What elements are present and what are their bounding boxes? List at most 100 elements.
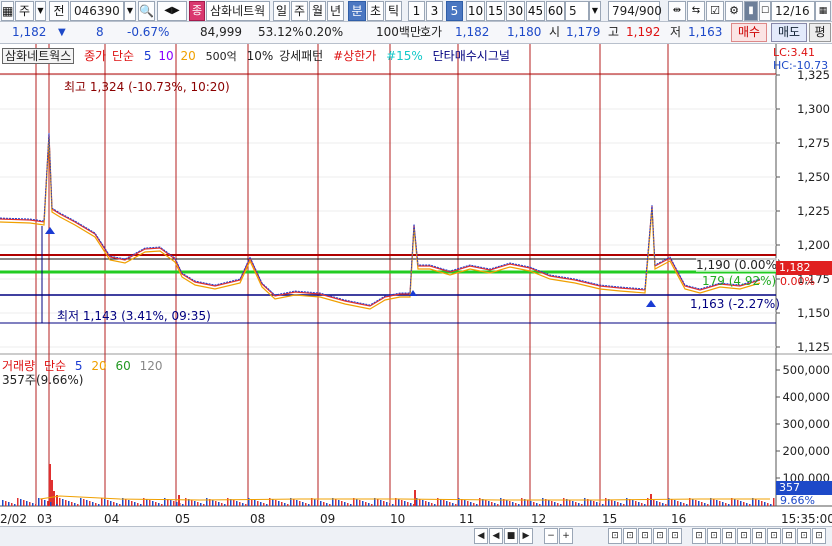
volume-bar [593, 501, 595, 506]
stock-chart[interactable]: 삼화네트웍스 종가 단순 5 10 20 500억 10% 강세패턴 #상한가 … [0, 44, 832, 546]
legend-ma10[interactable]: 10 [158, 49, 173, 63]
volume-bar [770, 504, 772, 506]
volume-bar [755, 499, 757, 506]
minute-button-5[interactable]: 5 [446, 1, 463, 21]
evaluate-button[interactable]: 평 [809, 23, 831, 42]
legend-ma-type[interactable]: 단순 [112, 49, 134, 63]
volume-bar [719, 501, 721, 506]
volume-bar [476, 504, 478, 506]
zoom-in-icon[interactable]: + [559, 528, 573, 544]
volume-bar [281, 502, 283, 506]
nav-first-icon[interactable]: ◀ [474, 528, 488, 544]
tool-icon-12[interactable]: ⊡ [782, 528, 796, 544]
volume-bar [746, 503, 748, 506]
legend-price-label[interactable]: 종가 [84, 49, 106, 63]
tool-icon-6[interactable]: ⊡ [692, 528, 706, 544]
volume-bar [659, 502, 661, 506]
period-type-select[interactable]: 주 [15, 1, 34, 21]
buy-button[interactable]: 매수 [731, 23, 767, 42]
volume-legend-ma60[interactable]: 60 [115, 359, 130, 373]
shrink-icon[interactable]: ⇆ [687, 1, 705, 21]
volume-bar [716, 500, 718, 506]
tool-icon-1[interactable]: ⊡ [608, 528, 622, 544]
chevron-down-icon[interactable]: ▼ [35, 1, 46, 21]
tool-icon-4[interactable]: ⊡ [653, 528, 667, 544]
period-button-tick[interactable]: 틱 [385, 1, 402, 21]
tool-icon-10[interactable]: ⊡ [752, 528, 766, 544]
tool-icon-11[interactable]: ⊡ [767, 528, 781, 544]
period-button-second[interactable]: 초 [367, 1, 384, 21]
volume-bar [218, 502, 220, 506]
legend-indicator-10pct[interactable]: 10% [247, 49, 274, 63]
volume-bar [278, 501, 280, 506]
tool-icon-7[interactable]: ⊡ [707, 528, 721, 544]
nav-prev-icon[interactable]: ◀ [489, 528, 503, 544]
market-select[interactable]: 전 [49, 1, 69, 21]
x-tick-label: 09 [320, 512, 336, 526]
minute-button-45[interactable]: 45 [526, 1, 545, 21]
menu-icon[interactable]: ▦ [1, 1, 14, 21]
volume-bar [287, 504, 289, 506]
volume-bar [335, 499, 337, 506]
code-dropdown-icon[interactable]: ▼ [124, 1, 136, 21]
legend-indicator-strong[interactable]: 강세패턴 [279, 49, 323, 63]
tool-icon-13[interactable]: ⊡ [797, 528, 811, 544]
gear-icon[interactable]: ⚙ [725, 1, 743, 21]
legend-ma20[interactable]: 20 [181, 49, 196, 63]
nav-next-icon[interactable]: ▶ [519, 528, 533, 544]
panel-icon[interactable]: ▮ [744, 1, 758, 21]
legend-indicator-upper-limit[interactable]: #상한가 [333, 49, 376, 63]
period-button-month[interactable]: 월 [309, 1, 326, 21]
minute-button-1[interactable]: 1 [408, 1, 425, 21]
tool-icon-3[interactable]: ⊡ [638, 528, 652, 544]
volume-bar [656, 501, 658, 506]
minute-button-3[interactable]: 3 [426, 1, 443, 21]
volume-bar [455, 504, 457, 506]
volume-bar [680, 502, 682, 506]
tool-icon-8[interactable]: ⊡ [722, 528, 736, 544]
expand-icon[interactable]: ⇹ [668, 1, 686, 21]
minute-button-60[interactable]: 60 [546, 1, 565, 21]
volume-legend-ma120[interactable]: 120 [140, 359, 163, 373]
volume-bar [56, 504, 58, 506]
search-icon[interactable]: 🔍 [138, 1, 155, 21]
count-field[interactable]: 794/900 [608, 1, 662, 21]
calendar-icon[interactable]: ▦ [815, 1, 831, 21]
nav-stop-icon[interactable]: ■ [504, 528, 518, 544]
stock-code-input[interactable]: 046390 [70, 1, 124, 21]
legend-stock-name[interactable]: 삼화네트웍스 [2, 48, 75, 64]
tool-icon-9[interactable]: ⊡ [737, 528, 751, 544]
volume-bar [62, 499, 64, 506]
legend-indicator-15pct[interactable]: #15% [386, 49, 423, 63]
period-button-minute[interactable]: 분 [348, 1, 366, 21]
volume-legend-ma20[interactable]: 20 [91, 359, 106, 373]
volume-bar [314, 499, 316, 506]
save-icon[interactable]: ☑ [706, 1, 724, 21]
interval-input[interactable]: 5 [565, 1, 589, 21]
date-input[interactable]: 12/16 [771, 1, 815, 21]
zoom-out-icon[interactable]: − [544, 528, 558, 544]
tool-icon-2[interactable]: ⊡ [623, 528, 637, 544]
minute-button-10[interactable]: 10 [466, 1, 485, 21]
company-badge: 종 [189, 1, 205, 21]
volume-bar [500, 498, 502, 506]
minute-button-30[interactable]: 30 [506, 1, 525, 21]
company-name-field[interactable]: 삼화네트웍 [206, 1, 270, 21]
tool-icon-5[interactable]: ⊡ [668, 528, 682, 544]
period-button-week[interactable]: 주 [291, 1, 308, 21]
checkbox-icon[interactable]: ☐ [759, 1, 771, 21]
period-button-year[interactable]: 년 [327, 1, 344, 21]
minute-button-15[interactable]: 15 [486, 1, 505, 21]
legend-indicator-500[interactable]: 500억 [206, 50, 237, 63]
volume-bar [11, 503, 13, 506]
turnover-rate: 0.20% [305, 25, 344, 39]
legend-ma5[interactable]: 5 [144, 49, 152, 63]
period-button-day[interactable]: 일 [273, 1, 290, 21]
tool-icon-14[interactable]: ⊡ [812, 528, 826, 544]
legend-indicator-signal[interactable]: 단타매수시그널 [433, 49, 510, 63]
sound-icon[interactable]: ◀▶ [157, 1, 187, 21]
interval-dropdown-icon[interactable]: ▼ [589, 1, 601, 21]
ask-price: 1,182 [455, 25, 490, 39]
volume-bar [185, 498, 187, 506]
sell-button[interactable]: 매도 [771, 23, 807, 42]
